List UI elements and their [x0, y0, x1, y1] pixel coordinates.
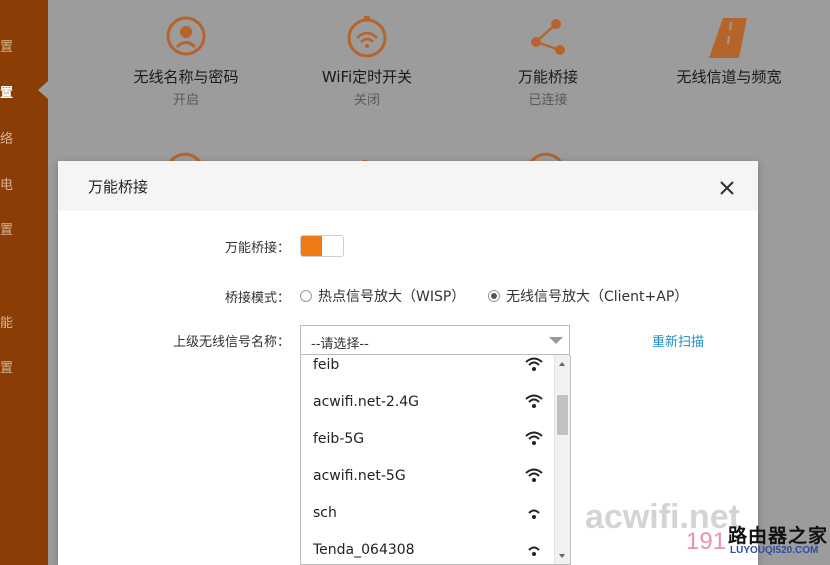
feature-title: 无线信道与频宽	[676, 68, 782, 86]
mode-label: 桥接模式：	[224, 291, 290, 306]
close-icon[interactable]	[718, 179, 736, 197]
feature-title: WiFi定时开关	[321, 68, 413, 86]
scroll-up-arrow-icon[interactable]	[559, 362, 565, 366]
network-list: feib acwifi.net-2.4G feib-5G acwifi.net-…	[300, 355, 571, 565]
radio-client-ap-label: 无线信号放大（Client+AP）	[506, 289, 689, 305]
sidebar-item-2-active[interactable]: 置	[0, 82, 20, 101]
network-item[interactable]: acwifi.net-2.4G	[301, 384, 555, 421]
network-item[interactable]: feib-5G	[301, 421, 555, 458]
wifi-signal-icon	[528, 546, 540, 556]
scroll-down-arrow-icon[interactable]	[559, 554, 565, 558]
modal-title: 万能桥接	[88, 178, 149, 196]
radio-client-ap[interactable]: 无线信号放大（Client+AP）	[488, 286, 688, 306]
ssid-select[interactable]: --请选择--	[300, 325, 570, 355]
network-item[interactable]: feib	[301, 355, 555, 384]
network-item[interactable]: Tenda_064308	[301, 532, 555, 564]
bridge-icon	[531, 19, 565, 55]
radio-unchecked	[300, 290, 312, 302]
chevron-down-icon	[549, 337, 563, 344]
wireless-password-icon	[166, 16, 206, 56]
sidebar-active-arrow	[38, 81, 48, 99]
modal-header: 万能桥接	[58, 161, 758, 211]
feature-bridge[interactable]: 万能桥接 已连接	[458, 14, 638, 108]
network-item[interactable]: sch	[301, 495, 555, 532]
feature-channel[interactable]: 无线信道与频宽	[639, 14, 819, 89]
network-list-scrollbar[interactable]	[554, 355, 570, 564]
wifi-signal-icon	[528, 509, 540, 519]
toggle-on-indicator	[301, 236, 322, 256]
sidebar-item-1[interactable]: 置	[0, 36, 20, 55]
network-ssid: sch	[313, 505, 337, 521]
scroll-thumb[interactable]	[557, 395, 568, 435]
watermark-brand: 路由器之家	[728, 525, 829, 547]
feature-wifi-timer[interactable]: WiFi定时开关 关闭	[277, 14, 457, 108]
network-ssid: acwifi.net-2.4G	[313, 394, 420, 410]
sidebar-item-5[interactable]: 置	[0, 219, 20, 238]
network-ssid: acwifi.net-5G	[313, 468, 406, 484]
feature-title: 无线名称与密码	[133, 68, 239, 86]
channel-road-icon	[709, 18, 747, 58]
radio-wisp-label: 热点信号放大（WISP）	[318, 289, 466, 305]
watermark-number: 191	[686, 528, 727, 555]
wifi-signal-icon	[525, 468, 543, 482]
bridge-label: 万能桥接：	[224, 241, 290, 256]
wifi-signal-icon	[525, 431, 543, 445]
feature-status: 开启	[172, 93, 199, 108]
wifi-signal-icon	[525, 394, 543, 408]
network-ssid: Tenda_064308	[313, 542, 415, 558]
feature-status: 关闭	[353, 93, 380, 108]
ssid-label: 上级无线信号名称：	[172, 335, 290, 350]
radio-checked	[488, 290, 500, 302]
sidebar-item-6[interactable]: 能	[0, 312, 20, 331]
wifi-signal-icon	[525, 357, 543, 371]
feature-wireless-password[interactable]: 无线名称与密码 开启	[96, 14, 276, 108]
sidebar-item-4[interactable]: 电	[0, 174, 20, 193]
wifi-timer-icon	[347, 16, 387, 58]
sidebar-item-3[interactable]: 络	[0, 128, 20, 147]
feature-status: 已连接	[528, 93, 568, 108]
network-item[interactable]: acwifi.net-5G	[301, 458, 555, 495]
feature-title: 万能桥接	[517, 68, 578, 86]
ssid-select-value: --请选择--	[311, 337, 369, 352]
bridge-toggle[interactable]	[300, 235, 344, 257]
network-ssid: feib-5G	[313, 431, 365, 447]
network-ssid: feib	[313, 357, 340, 373]
watermark-url: LUYOUQI520.COM	[730, 545, 819, 556]
radio-wisp[interactable]: 热点信号放大（WISP）	[300, 286, 465, 306]
rescan-link[interactable]: 重新扫描	[652, 331, 704, 350]
sidebar-item-7[interactable]: 置	[0, 357, 20, 376]
